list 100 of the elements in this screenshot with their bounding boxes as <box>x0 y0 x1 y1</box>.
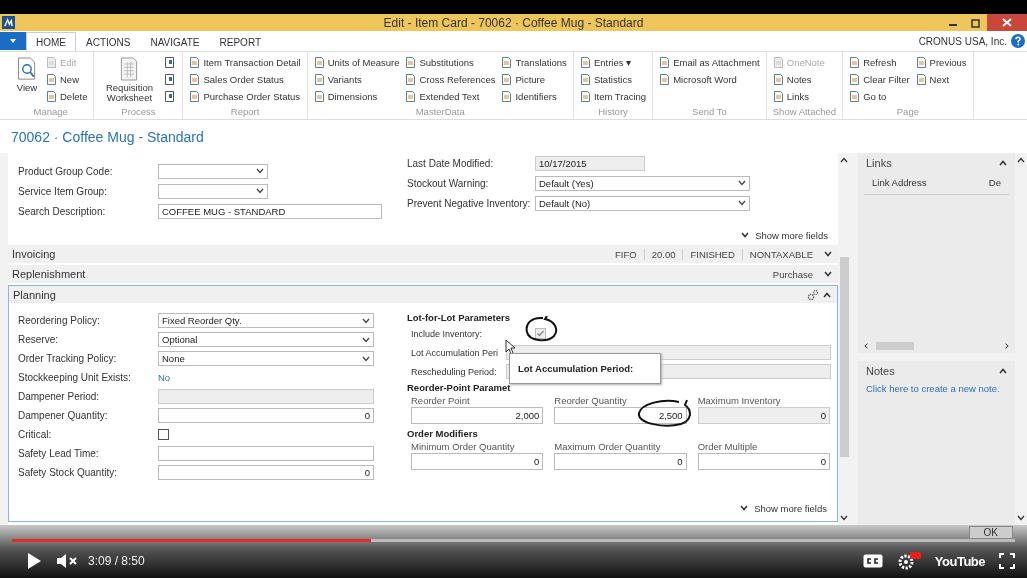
document-icon <box>405 91 417 102</box>
app-menu-button[interactable] <box>0 32 26 50</box>
summary-value: FINISHED <box>682 248 742 260</box>
window-title: Edit - Item Card - 70062 · Coffee Mug - Standard <box>383 15 644 30</box>
chevron-up-icon[interactable] <box>999 368 1007 374</box>
field-label: Product Group Code: <box>18 165 114 177</box>
ribbon-button[interactable]: Entries ▾ <box>579 55 647 70</box>
ribbon-button[interactable]: Microsoft Word <box>659 72 760 87</box>
text-field[interactable]: COFFEE MUG - STANDARD <box>158 203 382 219</box>
ribbon-button[interactable]: Purchase Order Status <box>189 89 301 104</box>
dropdown-field[interactable]: Default (Yes) <box>535 175 750 191</box>
document-icon <box>849 74 861 85</box>
ribbon-button[interactable]: Notes <box>772 72 825 87</box>
chevron-down-icon <box>256 168 264 174</box>
number-field[interactable]: 0 <box>411 453 544 470</box>
number-field[interactable]: 2,500 <box>554 407 687 424</box>
ribbon-tab[interactable]: NAVIGATE <box>140 32 210 51</box>
ribbon-button[interactable]: Delete <box>46 89 88 104</box>
chevron-down-icon <box>1017 515 1025 521</box>
ribbon-button[interactable]: Previous <box>915 55 967 70</box>
ribbon-button[interactable]: Statistics <box>579 72 647 87</box>
readonly-field: 0 <box>697 407 830 424</box>
document-icon <box>772 74 784 85</box>
chevron-up-icon[interactable] <box>999 160 1007 166</box>
mouse-cursor-icon <box>505 339 515 355</box>
field-label: Lot Accumulation Peri <box>411 347 500 358</box>
field-label: Include Inventory: <box>411 328 484 339</box>
ribbon-button[interactable]: Dimensions <box>313 89 400 104</box>
scrollbar-thumb[interactable] <box>876 342 914 350</box>
value-link[interactable]: No <box>158 372 171 383</box>
ribbon-button[interactable]: Go to <box>849 89 910 104</box>
ribbon-button[interactable]: Substitutions <box>405 55 496 70</box>
ribbon-button[interactable]: Units of Measure <box>313 55 400 70</box>
ribbon-tab[interactable]: REPORT <box>209 32 272 51</box>
ribbon-button[interactable]: Translations <box>501 55 567 70</box>
ribbon-group-label: Page <box>895 105 920 119</box>
dropdown-field[interactable]: None <box>158 351 374 366</box>
chevron-down-icon <box>362 355 370 362</box>
fullscreen-icon[interactable] <box>999 553 1015 569</box>
field-label: Minimum Order Quantity <box>411 440 516 453</box>
ribbon-group-label: Send To <box>691 105 728 119</box>
large-ribbon-button[interactable]: Requisition Worksheet <box>100 55 159 105</box>
number-field[interactable]: 0 <box>554 453 687 470</box>
show-more-fields-link[interactable]: Show more fields <box>740 502 827 514</box>
field-label: Last Date Modified: <box>407 157 495 169</box>
captions-icon[interactable] <box>862 554 883 568</box>
ribbon-button[interactable]: New <box>46 72 88 87</box>
dropdown-field[interactable] <box>158 183 268 199</box>
ribbon-button[interactable]: Item Transaction Detail <box>189 55 301 70</box>
ribbon-button[interactable]: Clear Filter <box>849 72 910 87</box>
chevron-up-icon <box>840 157 848 163</box>
dropdown-field[interactable]: Default (No) <box>535 195 750 211</box>
column-header: Link Address <box>872 177 927 188</box>
field-label: Search Description: <box>18 205 107 217</box>
ribbon-button[interactable]: Refresh <box>849 55 910 70</box>
show-more-fields-link[interactable]: Show more fields <box>741 229 828 241</box>
ribbon-button[interactable]: Identifiers <box>501 89 567 104</box>
icon-button[interactable] <box>164 89 177 104</box>
number-field[interactable]: 0 <box>158 465 374 480</box>
ribbon-button[interactable]: Links <box>772 89 825 104</box>
document-icon <box>46 74 57 85</box>
ribbon-button[interactable]: Email as Attachment <box>659 55 760 70</box>
close-icon[interactable] <box>987 14 1027 31</box>
create-note-link[interactable]: Click here to create a new note. <box>858 381 1015 396</box>
gears-icon[interactable] <box>807 288 819 301</box>
number-field[interactable]: 2,000 <box>411 407 544 424</box>
video-site-logo[interactable]: YouTube <box>934 553 985 569</box>
settings-icon[interactable] <box>896 552 921 570</box>
summary-value: NONTAXABLE <box>741 248 820 260</box>
help-icon[interactable] <box>1011 34 1025 48</box>
muted-speaker-icon[interactable] <box>56 553 78 569</box>
large-ribbon-button[interactable]: View <box>14 55 40 105</box>
fasttab-header[interactable]: Replenishment Purchase <box>8 265 838 283</box>
ribbon-button[interactable]: Picture <box>501 72 567 87</box>
icon-button[interactable] <box>164 72 177 87</box>
ribbon-tab[interactable]: ACTIONS <box>76 32 141 51</box>
document-icon <box>189 91 201 102</box>
dropdown-field[interactable]: Optional <box>158 332 374 347</box>
readonly-field: 10/17/2015 <box>535 155 645 171</box>
ribbon-button[interactable]: Sales Order Status <box>189 72 301 87</box>
ribbon-button[interactable]: Cross References <box>405 72 496 87</box>
fasttab-header[interactable]: Invoicing FIFO 20.00 FINISHED NONTAXABLE <box>8 245 838 263</box>
summary-value: 20.00 <box>643 248 683 260</box>
ribbon-button[interactable]: Variants <box>313 72 400 87</box>
text-field[interactable] <box>158 446 374 461</box>
scrollbar-thumb[interactable] <box>839 257 849 457</box>
dropdown-field[interactable] <box>158 163 268 179</box>
ribbon-button[interactable]: Next <box>915 72 967 87</box>
icon-button[interactable] <box>164 55 177 70</box>
number-field[interactable]: 0 <box>158 408 374 423</box>
dropdown-field[interactable]: Fixed Reorder Qty. <box>158 313 374 328</box>
ribbon-button[interactable]: Item Tracing <box>579 89 647 104</box>
ribbon-tab[interactable]: HOME <box>26 32 76 51</box>
fasttab-header[interactable]: Planning <box>9 286 837 303</box>
checkbox[interactable] <box>158 429 169 440</box>
number-field[interactable]: 0 <box>697 453 830 470</box>
document-icon <box>501 74 513 85</box>
ribbon-button[interactable]: Extended Text <box>405 89 496 104</box>
play-icon[interactable] <box>26 552 42 570</box>
field-label: Reordering Policy: <box>18 315 101 326</box>
